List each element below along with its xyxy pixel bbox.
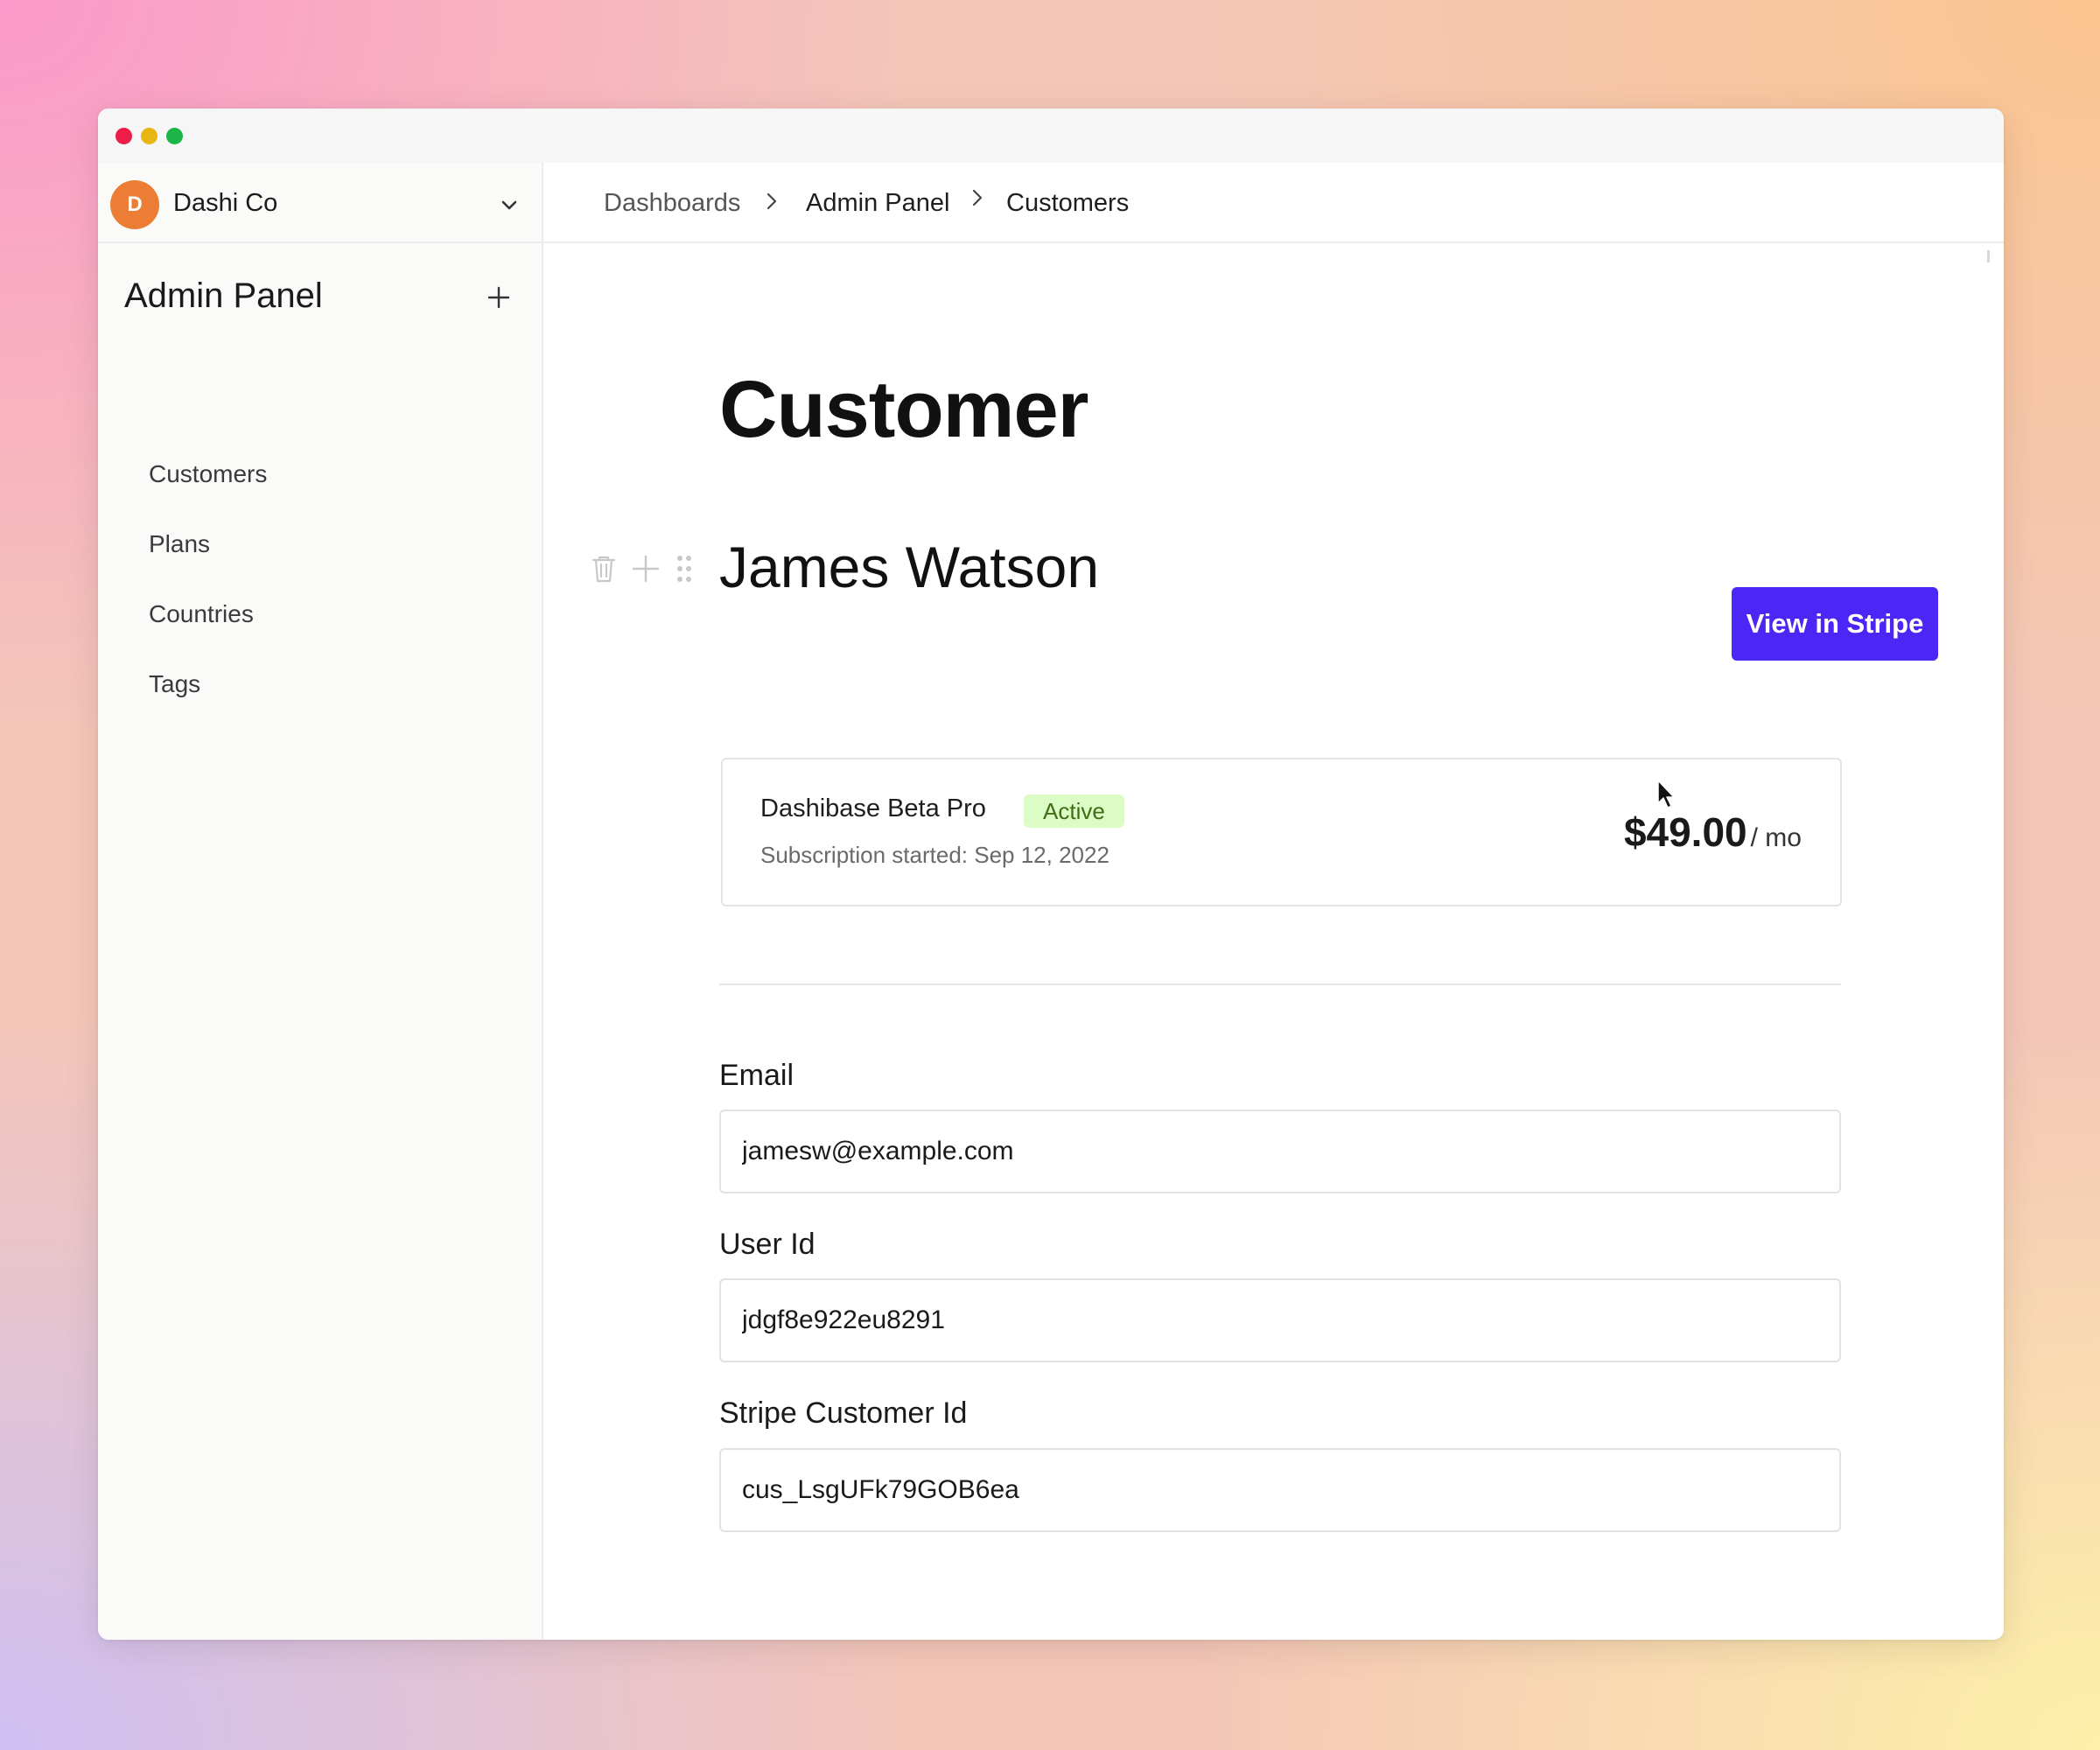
workspace-avatar: D bbox=[110, 180, 159, 229]
sidebar-item-tags[interactable]: Tags bbox=[149, 670, 200, 698]
breadcrumb-customers[interactable]: Customers bbox=[1006, 189, 1129, 218]
price-amount: $49.00 bbox=[1623, 809, 1747, 855]
main-content: Dashboards Admin Panel Customers Custome… bbox=[543, 163, 2004, 1640]
stripe-customer-id-field[interactable] bbox=[719, 1448, 1841, 1532]
chevron-down-icon[interactable] bbox=[499, 194, 520, 215]
app-window: D Dashi Co Admin Panel Customers Plans C… bbox=[98, 108, 2004, 1640]
page-title: Customer bbox=[719, 365, 1088, 454]
stripe-customer-id-label: Stripe Customer Id bbox=[719, 1396, 968, 1430]
sidebar-item-countries[interactable]: Countries bbox=[149, 600, 254, 628]
cursor-icon bbox=[1657, 780, 1675, 808]
chevron-right-icon bbox=[972, 189, 983, 206]
plus-icon[interactable] bbox=[486, 285, 511, 310]
subscription-start-date: Subscription started: Sep 12, 2022 bbox=[760, 842, 1110, 868]
sidebar: D Dashi Co Admin Panel Customers Plans C… bbox=[98, 163, 543, 1640]
workspace-switcher[interactable]: D Dashi Co bbox=[98, 163, 542, 243]
workspace-name: Dashi Co bbox=[173, 189, 278, 217]
drag-handle-icon[interactable] bbox=[669, 553, 699, 584]
user-id-field[interactable] bbox=[719, 1278, 1841, 1362]
subscription-plan-name: Dashibase Beta Pro bbox=[760, 794, 986, 822]
chevron-right-icon bbox=[766, 192, 777, 210]
breadcrumb-dashboards[interactable]: Dashboards bbox=[604, 189, 740, 218]
subscription-price: $49.00/ mo bbox=[1624, 808, 1802, 856]
sidebar-item-plans[interactable]: Plans bbox=[149, 530, 210, 558]
plus-icon[interactable] bbox=[631, 553, 661, 584]
email-label: Email bbox=[719, 1059, 794, 1092]
scrollbar[interactable] bbox=[1987, 250, 1990, 262]
sidebar-section-title: Admin Panel bbox=[124, 276, 323, 315]
maximize-window-button[interactable] bbox=[166, 128, 183, 144]
trash-icon[interactable] bbox=[589, 553, 619, 584]
sidebar-item-customers[interactable]: Customers bbox=[149, 460, 267, 488]
title-bar bbox=[98, 108, 2004, 163]
breadcrumb: Dashboards Admin Panel Customers bbox=[543, 163, 2004, 262]
minimize-window-button[interactable] bbox=[141, 128, 158, 144]
status-badge: Active bbox=[1024, 794, 1124, 828]
breadcrumb-admin-panel[interactable]: Admin Panel bbox=[806, 189, 949, 218]
divider bbox=[719, 984, 1841, 985]
close-window-button[interactable] bbox=[116, 128, 132, 144]
user-id-label: User Id bbox=[719, 1228, 816, 1261]
customer-name: James Watson bbox=[719, 535, 1100, 599]
email-field[interactable] bbox=[719, 1110, 1841, 1194]
view-in-stripe-button[interactable]: View in Stripe bbox=[1732, 587, 1938, 661]
price-period: / mo bbox=[1750, 823, 1802, 852]
